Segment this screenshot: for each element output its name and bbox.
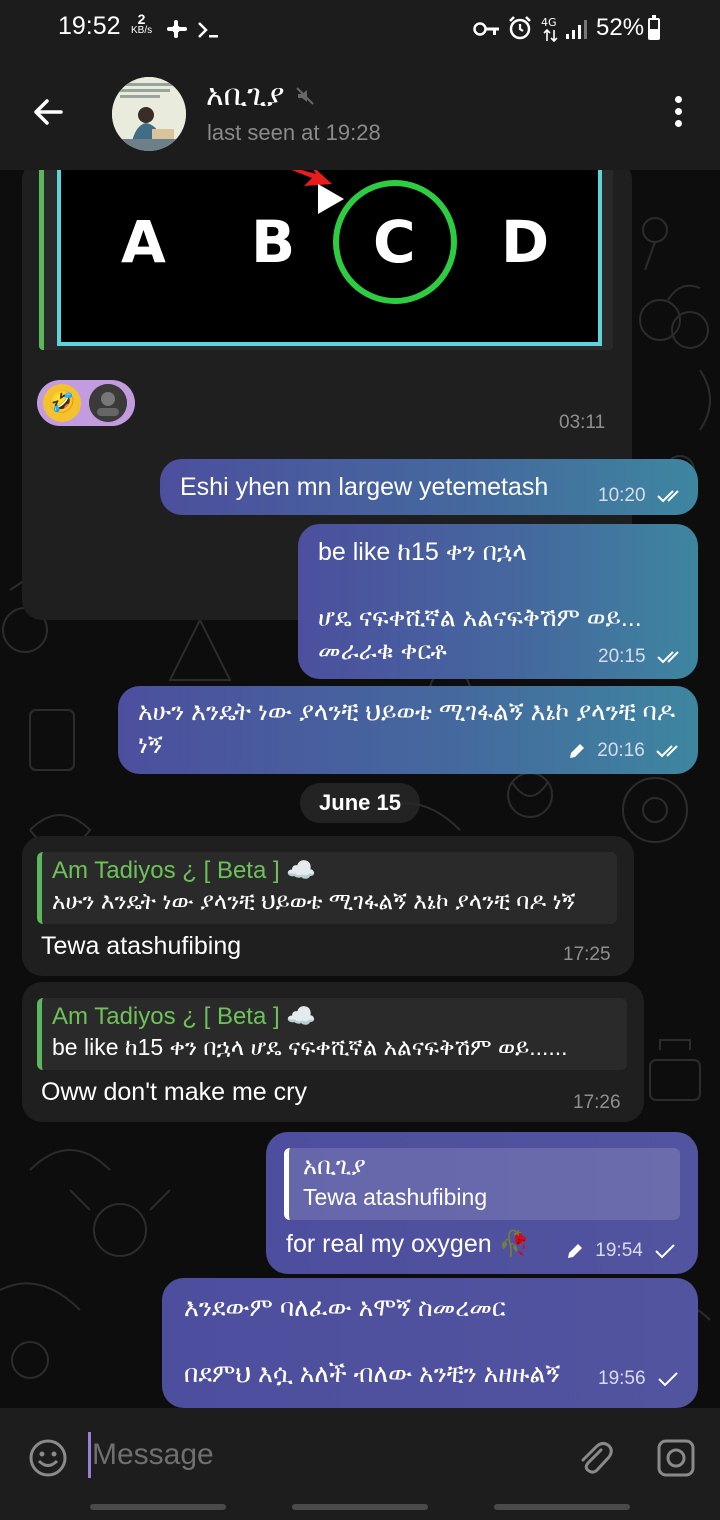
4g-icon: 4G [541, 16, 558, 43]
back-arrow-icon[interactable] [28, 92, 68, 132]
message-text: Tewa atashufibing [41, 932, 242, 960]
option-d: D [501, 208, 550, 276]
net-speed: 2 KB/s [131, 11, 153, 36]
chat-area[interactable]: A B C D 🤣 03:11 Eshi yhen mn largew yete… [0, 170, 720, 1408]
outgoing-message[interactable]: Eshi yhen mn largew yetemetash 10:20 [160, 459, 698, 515]
chat-header: አቢጊያ last seen at 19:28 [0, 58, 720, 171]
muted-icon [296, 87, 314, 105]
edited-pencil-icon [568, 1243, 582, 1258]
message-time: 03:11 [559, 412, 606, 433]
reply-quote[interactable]: Am Tadiyos ¿ [ Beta ] ☁️ አሁን እንዴት ነው ያላን… [37, 852, 617, 924]
date-separator: June 15 [300, 783, 420, 823]
more-options-icon[interactable] [666, 96, 690, 136]
reply-text: be like ከ15 ቀን በኋላ ሆዴ ናፍቀሺኛል አልናፍቅሽም ወይ.… [52, 1034, 568, 1060]
message-time: 20:16 [597, 740, 645, 761]
reply-quote[interactable]: Am Tadiyos ¿ [ Beta ] ☁️ be like ከ15 ቀን … [37, 998, 627, 1070]
text-cursor [88, 1432, 91, 1478]
single-check-icon [658, 1372, 678, 1387]
message-time: 10:20 [598, 485, 646, 506]
status-time: 19:52 [58, 12, 121, 40]
last-seen-status: last seen at 19:28 [207, 120, 381, 145]
reactor-avatar [89, 384, 127, 422]
reply-sender: Am Tadiyos ¿ [ Beta ] ☁️ [52, 1003, 317, 1030]
option-b: B [251, 208, 296, 276]
reply-text: አሁን እንዴት ነው ያላንቺ ህይወቴ ሚገፋልኝ እኔኮ ያላንቺ ባዶ … [52, 888, 576, 914]
double-check-icon [656, 745, 678, 758]
option-c: C [373, 208, 416, 276]
message-text: Oww don't make me cry [41, 1078, 307, 1106]
nav-back[interactable] [494, 1504, 630, 1510]
emoji-icon[interactable] [28, 1438, 68, 1478]
play-icon[interactable] [316, 182, 346, 216]
contact-name[interactable]: አቢጊያ [206, 78, 284, 113]
message-meta: 20:16 [568, 740, 684, 762]
reply-sender: Am Tadiyos ¿ [ Beta ] ☁️ [52, 857, 317, 884]
video-preview[interactable]: A B C D [39, 170, 613, 350]
contact-avatar[interactable] [112, 77, 186, 151]
outgoing-message[interactable]: አሁን እንዴት ነው ያላንቺ ህይወቴ ሚገፋልኝ እኔኮ ያላንቺ ባዶ … [118, 686, 698, 774]
reply-text: Tewa atashufibing [303, 1184, 488, 1210]
battery-percent: 52% [596, 14, 645, 41]
message-time: 17:26 [573, 1092, 621, 1113]
double-check-icon [657, 651, 679, 664]
incoming-message[interactable]: Am Tadiyos ¿ [ Beta ] ☁️ አሁን እንዴት ነው ያላን… [22, 836, 634, 976]
battery-icon [648, 15, 660, 40]
fan-icon [167, 20, 187, 38]
outgoing-message[interactable]: be like ከ15 ቀን በኋላ ሆዴ ናፍቀሺኛል አልናፍቅሽም ወይ.… [298, 524, 698, 679]
message-time: 20:15 [598, 646, 646, 667]
message-time: 17:25 [563, 944, 611, 965]
message-meta: 20:15 [598, 646, 685, 668]
system-navigation-bar [0, 1500, 720, 1520]
attach-icon[interactable] [574, 1438, 614, 1478]
message-meta: 10:20 [598, 485, 685, 507]
message-time: 19:54 [595, 1240, 643, 1261]
message-text: Eshi yhen mn largew yetemetash [180, 473, 549, 501]
nav-recents[interactable] [90, 1504, 226, 1510]
message-meta: 19:54 [566, 1240, 676, 1262]
single-check-icon [655, 1244, 675, 1259]
signal-icon [566, 20, 587, 39]
message-text: for real my oxygen 🥀 [286, 1230, 530, 1258]
reaction-emoji[interactable]: 🤣 [43, 384, 81, 422]
edited-pencil-icon [570, 743, 584, 758]
status-bar: 19:52 2 KB/s 4G 52% [0, 0, 720, 58]
reply-quote[interactable]: አቢጊያ Tewa atashufibing [284, 1148, 680, 1220]
terminal-icon [198, 22, 218, 38]
option-a: A [121, 208, 166, 276]
nav-home[interactable] [292, 1504, 428, 1510]
alarm-icon [509, 16, 531, 40]
camera-icon[interactable] [656, 1438, 696, 1478]
reactions-bar[interactable]: 🤣 [37, 380, 135, 426]
incoming-message[interactable]: Am Tadiyos ¿ [ Beta ] ☁️ be like ከ15 ቀን … [22, 982, 644, 1122]
outgoing-message[interactable]: አቢጊያ Tewa atashufibing for real my oxyge… [266, 1132, 698, 1274]
message-input[interactable] [92, 1432, 542, 1478]
outgoing-message[interactable]: እንደውም ባለፈው አሞኝ ስመረመር በደምህ እሷ አለች ብለው አንቺ… [162, 1278, 698, 1408]
double-check-icon [657, 490, 679, 503]
video-thumbnail: A B C D [57, 170, 602, 346]
message-time: 19:56 [598, 1368, 646, 1389]
message-text: እንደውም ባለፈው አሞኝ ስመረመር በደምህ እሷ አለች ብለው አንቺ… [184, 1294, 561, 1388]
svg-text:4G: 4G [541, 16, 557, 29]
reply-sender: አቢጊያ [303, 1153, 366, 1180]
key-icon [473, 22, 499, 36]
message-meta: 19:56 [598, 1368, 679, 1390]
